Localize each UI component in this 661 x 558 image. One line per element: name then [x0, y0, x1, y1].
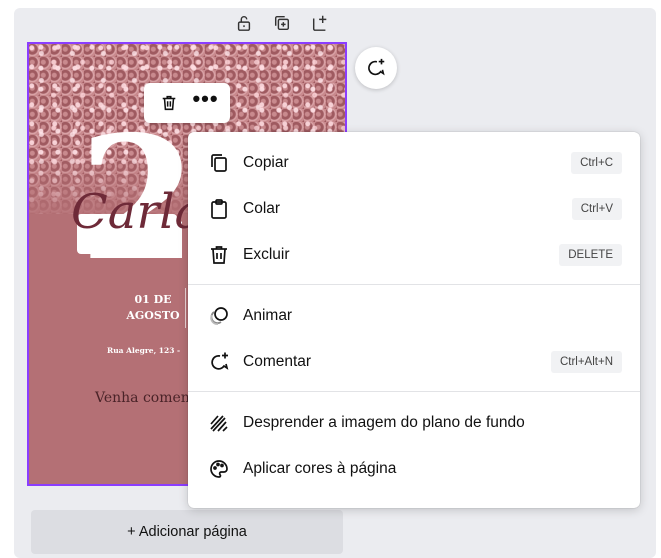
context-menu: Copiar Ctrl+C Colar Ctrl+V Excluir DELET… [188, 132, 640, 508]
menu-item-paste[interactable]: Colar Ctrl+V [188, 186, 640, 232]
add-page-button[interactable]: + Adicionar página [31, 510, 343, 554]
add-page-icon[interactable] [309, 12, 331, 34]
trash-icon [208, 244, 234, 266]
shortcut-badge: Ctrl+C [571, 152, 622, 174]
lock-icon[interactable] [233, 12, 255, 34]
shortcut-badge: Ctrl+Alt+N [550, 351, 622, 373]
date-text[interactable]: 01 DE AGOSTO [113, 292, 193, 324]
menu-item-label: Colar [243, 200, 281, 217]
divider [185, 288, 186, 328]
more-options-button[interactable]: ••• [192, 86, 219, 116]
script-name-text[interactable]: Carla [71, 184, 203, 240]
menu-item-comment[interactable]: Comentar Ctrl+Alt+N [188, 339, 640, 385]
menu-item-label: Aplicar cores à página [243, 460, 397, 477]
animate-icon [208, 305, 234, 327]
comment-add-icon [208, 351, 234, 373]
menu-item-animate[interactable]: Animar [188, 293, 640, 339]
invite-text[interactable]: Venha comen [95, 390, 190, 406]
duplicate-page-icon[interactable] [271, 12, 293, 34]
menu-item-delete[interactable]: Excluir DELETE [188, 232, 640, 278]
menu-item-label: Comentar [243, 353, 312, 370]
shortcut-badge: DELETE [559, 244, 622, 266]
menu-item-copy[interactable]: Copiar Ctrl+C [188, 140, 640, 186]
trash-icon[interactable] [156, 90, 182, 116]
menu-item-detach-background[interactable]: Desprender a imagem do plano de fundo [188, 400, 640, 446]
menu-item-apply-colors[interactable]: Aplicar cores à página [188, 446, 640, 492]
copy-icon [208, 152, 234, 174]
paste-icon [208, 198, 234, 220]
shortcut-badge: Ctrl+V [571, 198, 622, 220]
menu-item-label: Desprender a imagem do plano de fundo [243, 414, 525, 431]
divider [188, 284, 640, 285]
more-dots-icon: ••• [192, 86, 219, 111]
add-comment-button[interactable] [355, 47, 397, 89]
detach-background-icon [208, 412, 234, 434]
address-text[interactable]: Rua Alegre, 123 - [107, 346, 180, 355]
comment-add-icon [368, 58, 385, 76]
menu-item-label: Copiar [243, 154, 289, 171]
divider [188, 391, 640, 392]
element-toolbar: ••• [144, 83, 230, 123]
page-tools [233, 12, 331, 34]
palette-icon [208, 458, 234, 480]
menu-item-label: Excluir [243, 246, 290, 263]
menu-item-label: Animar [243, 307, 293, 324]
